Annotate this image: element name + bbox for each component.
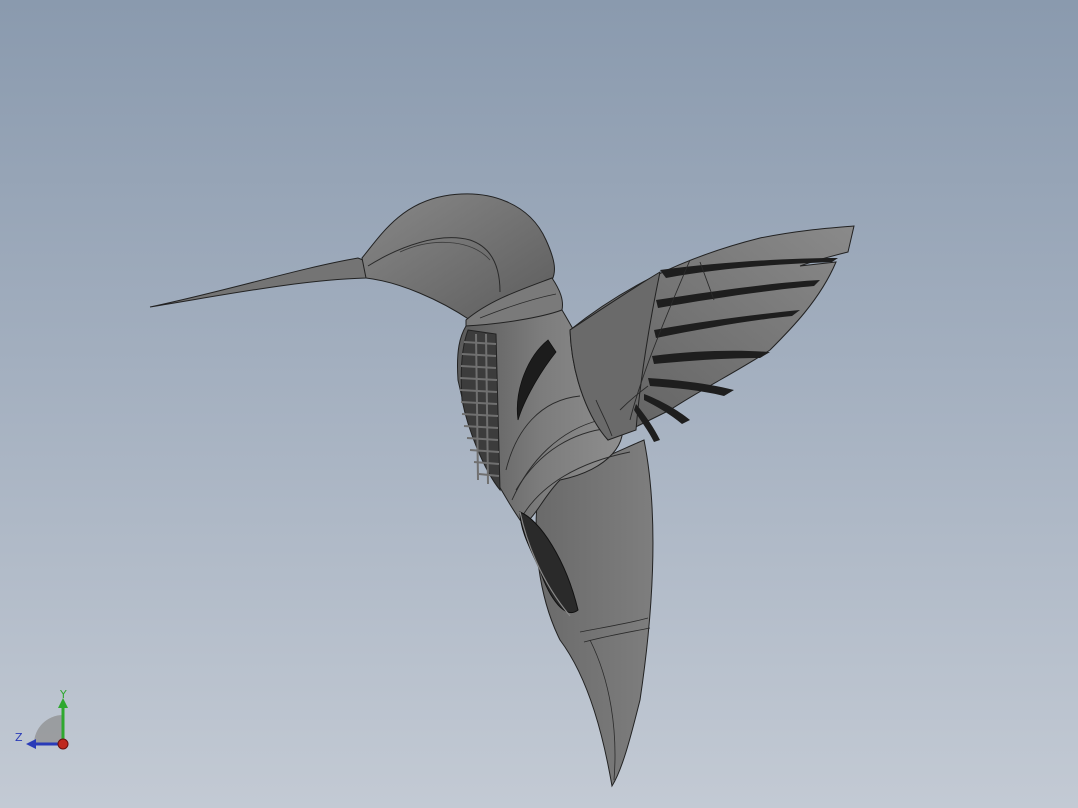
tail-part[interactable] (535, 439, 654, 788)
view-orientation-triad[interactable]: Y Z (10, 686, 80, 756)
z-axis-arrowhead (26, 739, 36, 749)
triad-quarter-disc (34, 715, 63, 744)
beak-part[interactable] (149, 257, 369, 308)
y-axis-label: Y (60, 688, 67, 701)
hummingbird-model[interactable] (0, 0, 1078, 808)
x-axis-dot (57, 738, 69, 750)
z-axis-label: Z (15, 731, 23, 744)
graphics-viewport[interactable]: Y Z (0, 0, 1078, 808)
